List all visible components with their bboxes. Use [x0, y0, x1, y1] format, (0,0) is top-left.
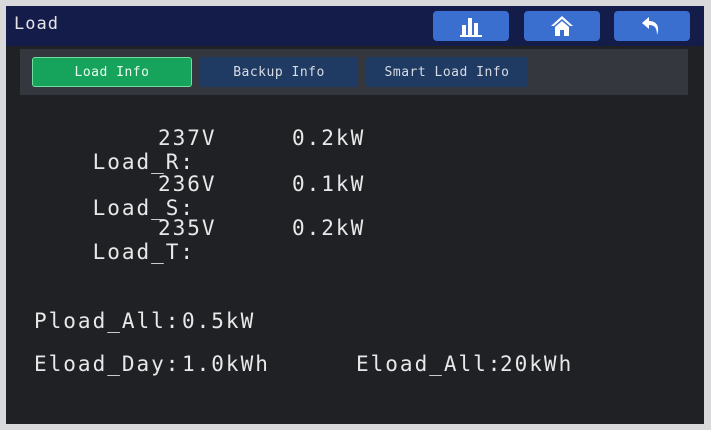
load-t-label: Load_T:: [92, 240, 196, 264]
bar-chart-icon: [460, 18, 482, 37]
home-icon: [551, 16, 573, 36]
load-r-label: Load_R:: [92, 150, 196, 174]
tab-load-info[interactable]: Load Info: [32, 57, 192, 87]
eload-all-value: 20kWh: [500, 352, 574, 376]
eload-all-label: Eload_All:: [356, 352, 503, 376]
return-arrow-icon: [642, 17, 659, 35]
load-r-power: 0.2kW: [292, 126, 366, 150]
load-screen: Load Load Info Backup Info Smart Load In…: [6, 6, 704, 424]
tab-bar: Load Info Backup Info Smart Load Info: [20, 49, 688, 95]
load-r-voltage: 237V: [158, 126, 217, 150]
home-button[interactable]: [524, 11, 600, 41]
tab-backup-info[interactable]: Backup Info: [200, 57, 358, 87]
header-bar: Load: [6, 6, 704, 46]
load-t-power: 0.2kW: [292, 216, 366, 240]
pload-all-label: Pload_All:: [34, 309, 181, 333]
eload-day-label: Eload_Day:: [34, 352, 181, 376]
back-button[interactable]: [614, 11, 690, 41]
pload-all-value: 0.5kW: [182, 309, 256, 333]
eload-day-value: 1.0kWh: [182, 352, 270, 376]
load-s-voltage: 236V: [158, 172, 217, 196]
page-title: Load: [14, 14, 59, 34]
statistics-button[interactable]: [433, 11, 509, 41]
load-s-power: 0.1kW: [292, 172, 366, 196]
tab-smart-load-info[interactable]: Smart Load Info: [366, 57, 528, 87]
load-t-voltage: 235V: [158, 216, 217, 240]
